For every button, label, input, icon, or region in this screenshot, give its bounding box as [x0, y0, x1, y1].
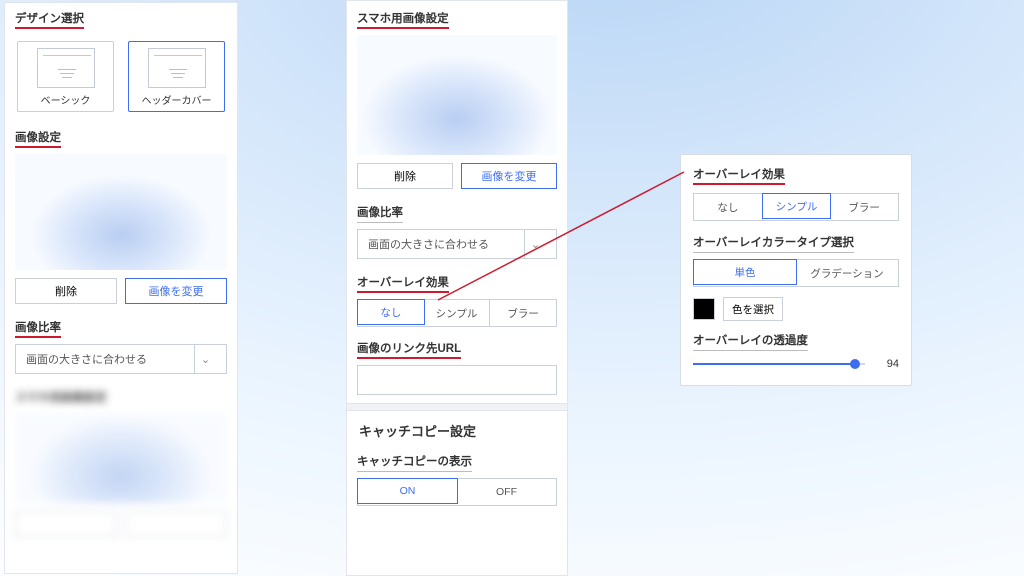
image-link-url-title: 画像のリンク先URL [357, 340, 461, 359]
overlay-seg-simple[interactable]: シンプル [762, 193, 832, 219]
color-type-solid[interactable]: 単色 [693, 259, 797, 285]
overlay-seg-blur[interactable]: ブラー [830, 194, 898, 220]
tile-label: ベーシック [18, 92, 113, 107]
design-select-title: デザイン選択 [15, 10, 84, 29]
image-ratio-select[interactable]: 画面の大きさに合わせる ⌄ [357, 229, 557, 259]
select-value: 画面の大きさに合わせる [26, 351, 147, 367]
opacity-value: 94 [875, 358, 899, 370]
toggle-off[interactable]: OFF [457, 479, 556, 505]
tile-label: ヘッダーカバー [129, 92, 224, 107]
overlay-seg-blur[interactable]: ブラー [490, 300, 556, 326]
color-select-button[interactable]: 色を選択 [723, 297, 783, 321]
overlay-color-type-title: オーバーレイカラータイプ選択 [693, 234, 854, 253]
browser-icon [148, 48, 206, 88]
catch-copy-show-title: キャッチコピーの表示 [357, 453, 472, 472]
color-swatch[interactable] [693, 298, 715, 320]
slider-thumb[interactable] [850, 359, 860, 369]
image-link-url-input[interactable] [357, 365, 557, 395]
image-settings-title: 画像設定 [15, 129, 61, 148]
toggle-on[interactable]: ON [357, 478, 458, 504]
blurred-button [15, 511, 117, 537]
color-type-gradation[interactable]: グラデーション [796, 260, 898, 286]
image-preview [357, 35, 557, 155]
left-settings-panel: デザイン選択 ベーシック ヘッダーカバー 画像設定 削除 画像を変更 画像比率 … [4, 2, 238, 574]
image-ratio-title: 画像比率 [15, 319, 61, 338]
blurred-button [125, 511, 227, 537]
overlay-effect-title: オーバーレイ効果 [693, 166, 785, 185]
chevron-down-icon: ⌄ [524, 230, 546, 258]
delete-button[interactable]: 削除 [357, 163, 453, 189]
overlay-effect-segment: なし シンプル ブラー [357, 299, 557, 327]
overlay-effect-title: オーバーレイ効果 [357, 274, 449, 293]
overlay-effect-segment: なし シンプル ブラー [693, 193, 899, 221]
overlay-detail-panel: オーバーレイ効果 なし シンプル ブラー オーバーレイカラータイプ選択 単色 グ… [680, 154, 912, 386]
browser-icon [37, 48, 95, 88]
catch-copy-section-title: キャッチコピー設定 [347, 417, 567, 446]
section-divider [347, 403, 567, 411]
middle-settings-panel: スマホ用画像設定 削除 画像を変更 画像比率 画面の大きさに合わせる ⌄ オーバ… [346, 0, 568, 576]
delete-button[interactable]: 削除 [15, 278, 117, 304]
image-ratio-title: 画像比率 [357, 204, 403, 223]
blurred-heading: スマホ用画像設定 [15, 389, 107, 407]
chevron-down-icon: ⌄ [194, 345, 216, 373]
design-tile-header-cover[interactable]: ヘッダーカバー [128, 41, 225, 112]
overlay-seg-none[interactable]: なし [357, 299, 425, 325]
change-image-button[interactable]: 画像を変更 [461, 163, 557, 189]
overlay-seg-none[interactable]: なし [694, 194, 763, 220]
opacity-slider[interactable] [693, 357, 865, 371]
change-image-button[interactable]: 画像を変更 [125, 278, 227, 304]
image-preview-blurred [15, 413, 227, 503]
image-ratio-select[interactable]: 画面の大きさに合わせる ⌄ [15, 344, 227, 374]
design-tile-basic[interactable]: ベーシック [17, 41, 114, 112]
overlay-opacity-title: オーバーレイの透過度 [693, 332, 808, 351]
catch-copy-toggle: ON OFF [357, 478, 557, 506]
overlay-seg-simple[interactable]: シンプル [424, 300, 491, 326]
select-value: 画面の大きさに合わせる [368, 236, 489, 252]
color-type-segment: 単色 グラデーション [693, 259, 899, 287]
image-preview [15, 154, 227, 270]
smartphone-image-title: スマホ用画像設定 [357, 10, 449, 29]
